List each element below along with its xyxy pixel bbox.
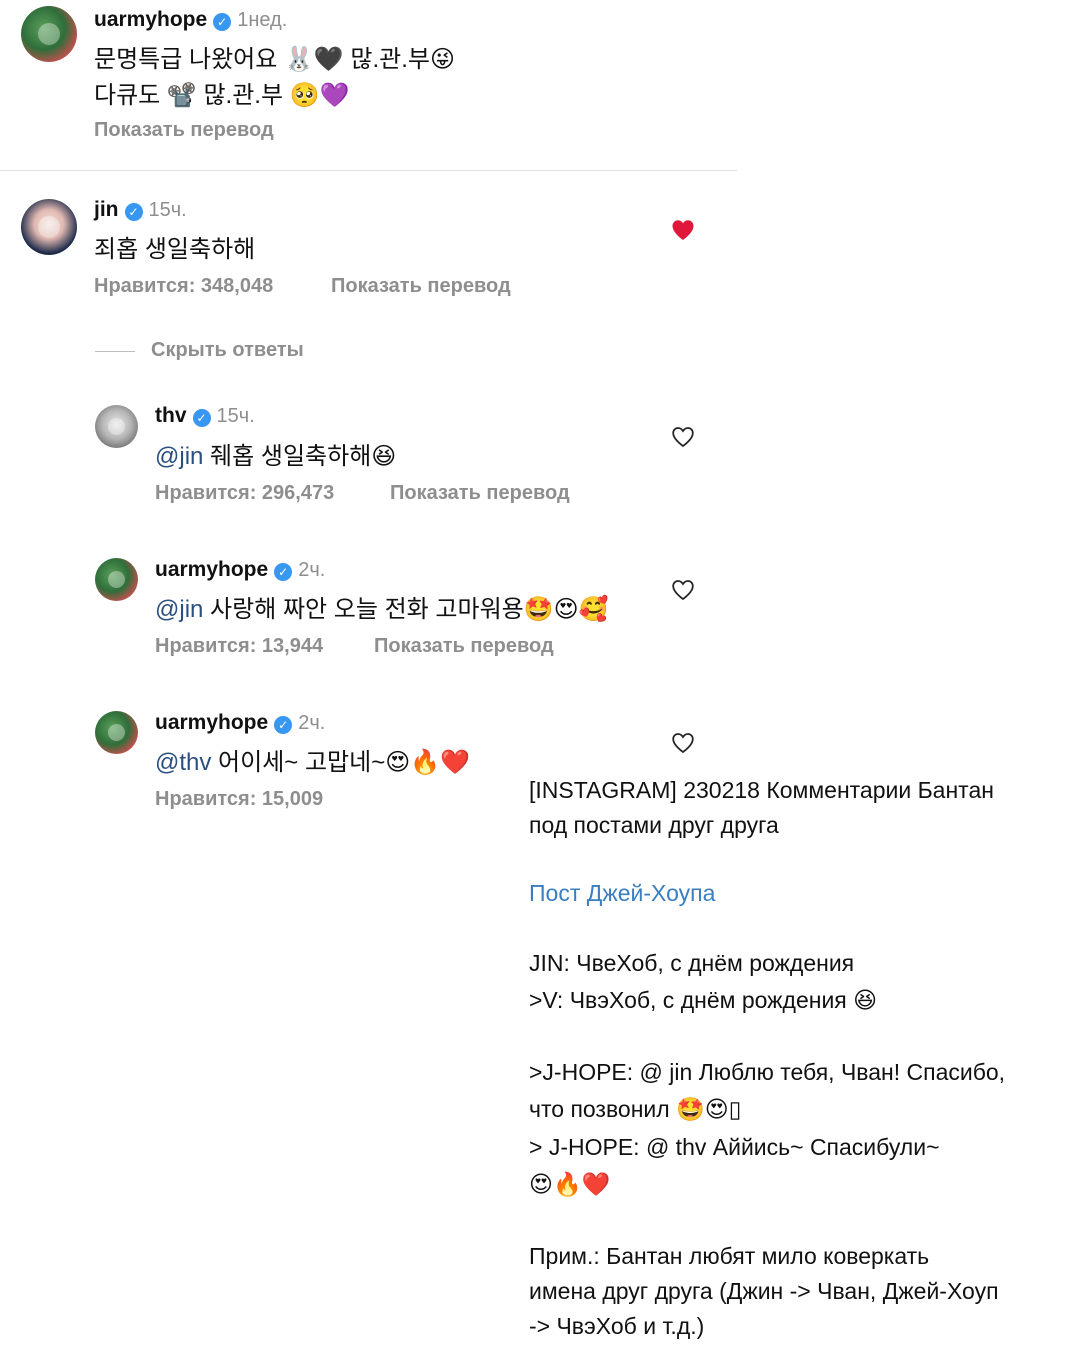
reply-body: 줴홉 생일축하해😆 <box>203 443 397 470</box>
avatar[interactable] <box>21 199 77 255</box>
comment-header: jin ✓ 15ч. <box>94 198 187 222</box>
note-line: что позвонил 🤩😍▯ <box>529 1096 742 1122</box>
reply-text: @thv 어이세~ 고맙네~😍🔥❤️ <box>155 742 470 777</box>
show-translation-link[interactable]: Показать перевод <box>331 275 511 298</box>
like-count[interactable]: Нравится: 348,048 <box>94 275 273 298</box>
note-line: JIN: ЧвеХоб, с днём рождения <box>529 950 855 976</box>
verified-badge-icon: ✓ <box>192 408 211 427</box>
verified-badge-icon: ✓ <box>124 202 143 221</box>
username[interactable]: uarmyhope <box>94 8 207 31</box>
note-line: -> ЧвэХоб и т.д.) <box>529 1313 705 1339</box>
hide-replies-button[interactable]: Скрыть ответы <box>151 339 304 362</box>
verified-badge-icon: ✓ <box>274 562 293 581</box>
replies-divider <box>95 351 135 352</box>
caption-line-2: 다큐도 📽️ 많.관.부 🥺💜 <box>94 82 350 109</box>
post-link[interactable]: Пост Джей-Хоупа <box>529 876 715 910</box>
reply-header: thv ✓ 15ч. <box>155 404 255 428</box>
username[interactable]: thv <box>155 404 187 427</box>
timestamp: 15ч. <box>216 405 255 427</box>
avatar[interactable] <box>95 405 138 448</box>
reply-text: @jin 사랑해 짜안 오늘 전화 고마워용🤩😍🥰 <box>155 589 609 624</box>
timestamp: 15ч. <box>148 199 187 221</box>
divider <box>0 170 737 171</box>
mention-link[interactable]: @thv <box>155 749 211 776</box>
heart-outline-icon[interactable] <box>671 579 695 601</box>
comment-text: 죄홉 생일축하해 <box>94 236 256 263</box>
note-line: 😍🔥❤️ <box>529 1171 611 1197</box>
note-title-line-2: под постами друг друга <box>529 812 779 838</box>
timestamp: 1нед. <box>237 9 288 31</box>
heart-outline-icon[interactable] <box>671 732 695 754</box>
heart-outline-icon[interactable] <box>671 426 695 448</box>
reply-header: uarmyhope ✓ 2ч. <box>155 711 325 735</box>
caption-header: uarmyhope ✓ 1нед. <box>94 8 287 32</box>
like-count[interactable]: Нравится: 296,473 <box>155 482 334 505</box>
mention-link[interactable]: @jin <box>155 443 203 470</box>
verified-badge-icon: ✓ <box>274 715 293 734</box>
note-line: имена друг друга (Джин -> Чван, Джей-Хоу… <box>529 1278 999 1304</box>
show-translation-link[interactable]: Показать перевод <box>374 635 554 658</box>
heart-filled-icon[interactable] <box>671 219 695 241</box>
show-translation-link[interactable]: Показать перевод <box>94 119 274 142</box>
avatar[interactable] <box>95 711 138 754</box>
like-count[interactable]: Нравится: 13,944 <box>155 635 323 658</box>
timestamp: 2ч. <box>298 559 326 581</box>
reply-body: 사랑해 짜안 오늘 전화 고마워용🤩😍🥰 <box>203 596 609 623</box>
avatar[interactable] <box>21 6 77 62</box>
verified-badge-icon: ✓ <box>213 12 232 31</box>
caption-line-1: 문명특급 나왔어요 🐰🖤 많.관.부😜 <box>94 46 456 73</box>
note-line: >V: ЧвэХоб, с днём рождения 😆 <box>529 987 878 1013</box>
username[interactable]: uarmyhope <box>155 711 268 734</box>
note-line: Прим.: Бантан любят мило коверкать <box>529 1243 930 1269</box>
reply-header: uarmyhope ✓ 2ч. <box>155 558 325 582</box>
avatar[interactable] <box>95 558 138 601</box>
reply-text: @jin 줴홉 생일축하해😆 <box>155 436 396 471</box>
show-translation-link[interactable]: Показать перевод <box>390 482 570 505</box>
timestamp: 2ч. <box>298 712 326 734</box>
username[interactable]: jin <box>94 198 119 221</box>
note-line: > J-HOPE: @ thv Аййись~ Спасибули~ <box>529 1134 940 1160</box>
note-title-line-1: [INSTAGRAM] 230218 Комментарии Бантан <box>529 777 994 803</box>
username[interactable]: uarmyhope <box>155 558 268 581</box>
like-count[interactable]: Нравится: 15,009 <box>155 788 323 811</box>
mention-link[interactable]: @jin <box>155 596 203 623</box>
reply-body: 어이세~ 고맙네~😍🔥❤️ <box>211 749 471 776</box>
note-line: >J-HOPE: @ jin Люблю тебя, Чван! Спасибо… <box>529 1059 1006 1085</box>
